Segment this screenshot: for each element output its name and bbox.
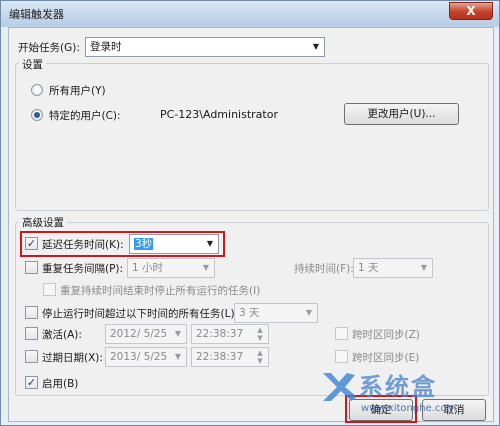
activate-date-picker[interactable]: 2012/ 5/25 ▼ (105, 324, 187, 344)
checkmark-icon: ✓ (26, 237, 37, 250)
activate-label: 激活(A): (42, 329, 82, 341)
spin-arrows-icon: ▲ ▼ (257, 326, 263, 342)
repeat-interval-value: 1 小时 (132, 262, 164, 274)
chevron-down-icon: ▼ (312, 42, 320, 51)
chevron-down-icon: ▼ (420, 263, 428, 272)
specific-user-radio[interactable] (31, 109, 43, 121)
repeat-checkbox[interactable] (25, 261, 38, 274)
expire-checkbox[interactable] (25, 350, 38, 363)
ok-highlight-box (345, 395, 417, 423)
expire-date-picker[interactable]: 2013/ 5/25 ▼ (105, 347, 187, 367)
specific-user-label: 特定的用户(C): (49, 110, 121, 122)
enabled-checkbox[interactable]: ✓ (25, 376, 38, 389)
chevron-down-icon: ▼ (174, 352, 182, 361)
chevron-down-icon: ▼ (174, 329, 182, 338)
spin-arrows-icon: ▲ ▼ (257, 349, 263, 365)
activate-time-spinner[interactable]: 22:38:37 ▲ ▼ (191, 324, 269, 344)
any-user-label: 所有用户(Y) (49, 85, 106, 97)
expire-sync-label: 跨时区同步(E) (352, 352, 420, 364)
duration-select[interactable]: 1 天 ▼ (353, 258, 433, 278)
delay-select[interactable]: 3秒 ▼ (129, 234, 219, 254)
stop-at-end-checkbox[interactable] (43, 283, 56, 296)
delay-checkbox[interactable]: ✓ (25, 237, 38, 250)
expire-time-value: 22:38:37 (196, 351, 244, 363)
expire-date-value: 2013/ 5/25 (110, 351, 168, 363)
dialog-body: 开始任务(G): 登录时 ▼ 设置 所有用户(Y) 特定的用户(C): PC-1… (8, 27, 494, 423)
chevron-down-icon: ▼ (206, 239, 214, 248)
checkmark-icon: ✓ (26, 376, 37, 389)
activate-date-value: 2012/ 5/25 (110, 328, 168, 340)
delay-value: 3秒 (134, 238, 154, 250)
duration-label: 持续时间(F): (294, 263, 354, 275)
delay-label: 延迟任务时间(K): (42, 239, 124, 251)
expire-label: 过期日期(X): (42, 352, 103, 364)
settings-group-title: 设置 (19, 57, 46, 72)
advanced-settings-title: 高级设置 (19, 215, 67, 230)
title-bar[interactable]: 编辑触发器 X (1, 1, 499, 25)
repeat-label: 重复任务间隔(P): (42, 263, 124, 275)
start-task-label: 开始任务(G): (18, 42, 80, 54)
close-button[interactable]: X (449, 2, 493, 20)
stop-at-end-label: 重复持续时间结束时停止所有运行的任务(I) (60, 285, 261, 297)
duration-value: 1 天 (358, 262, 379, 274)
activate-time-value: 22:38:37 (196, 328, 244, 340)
enabled-label: 启用(B) (42, 378, 79, 390)
activate-checkbox[interactable] (25, 327, 38, 340)
any-user-radio[interactable] (31, 84, 43, 96)
stop-longer-checkbox[interactable] (25, 306, 38, 319)
window-title: 编辑触发器 (9, 8, 64, 21)
stop-longer-label: 停止运行时间超过以下时间的所有任务(L): (42, 308, 239, 320)
start-task-select[interactable]: 登录时 ▼ (85, 37, 325, 57)
repeat-interval-select[interactable]: 1 小时 ▼ (127, 258, 215, 278)
expire-time-spinner[interactable]: 22:38:37 ▲ ▼ (191, 347, 269, 367)
edit-trigger-dialog: 编辑触发器 X 开始任务(G): 登录时 ▼ 设置 所有用户(Y) 特定的用户(… (0, 0, 500, 426)
activate-sync-label: 跨时区同步(Z) (352, 329, 420, 341)
start-task-value: 登录时 (90, 41, 122, 53)
stop-longer-select[interactable]: 3 天 ▼ (234, 303, 318, 323)
chevron-down-icon: ▼ (305, 308, 313, 317)
change-user-button[interactable]: 更改用户(U)... (344, 103, 459, 125)
chevron-down-icon: ▼ (202, 263, 210, 272)
user-account-value: PC-123\Administrator (160, 108, 278, 121)
activate-sync-checkbox[interactable] (335, 327, 348, 340)
stop-longer-value: 3 天 (239, 307, 260, 319)
cancel-button[interactable]: 取消 (422, 399, 486, 421)
expire-sync-checkbox[interactable] (335, 350, 348, 363)
